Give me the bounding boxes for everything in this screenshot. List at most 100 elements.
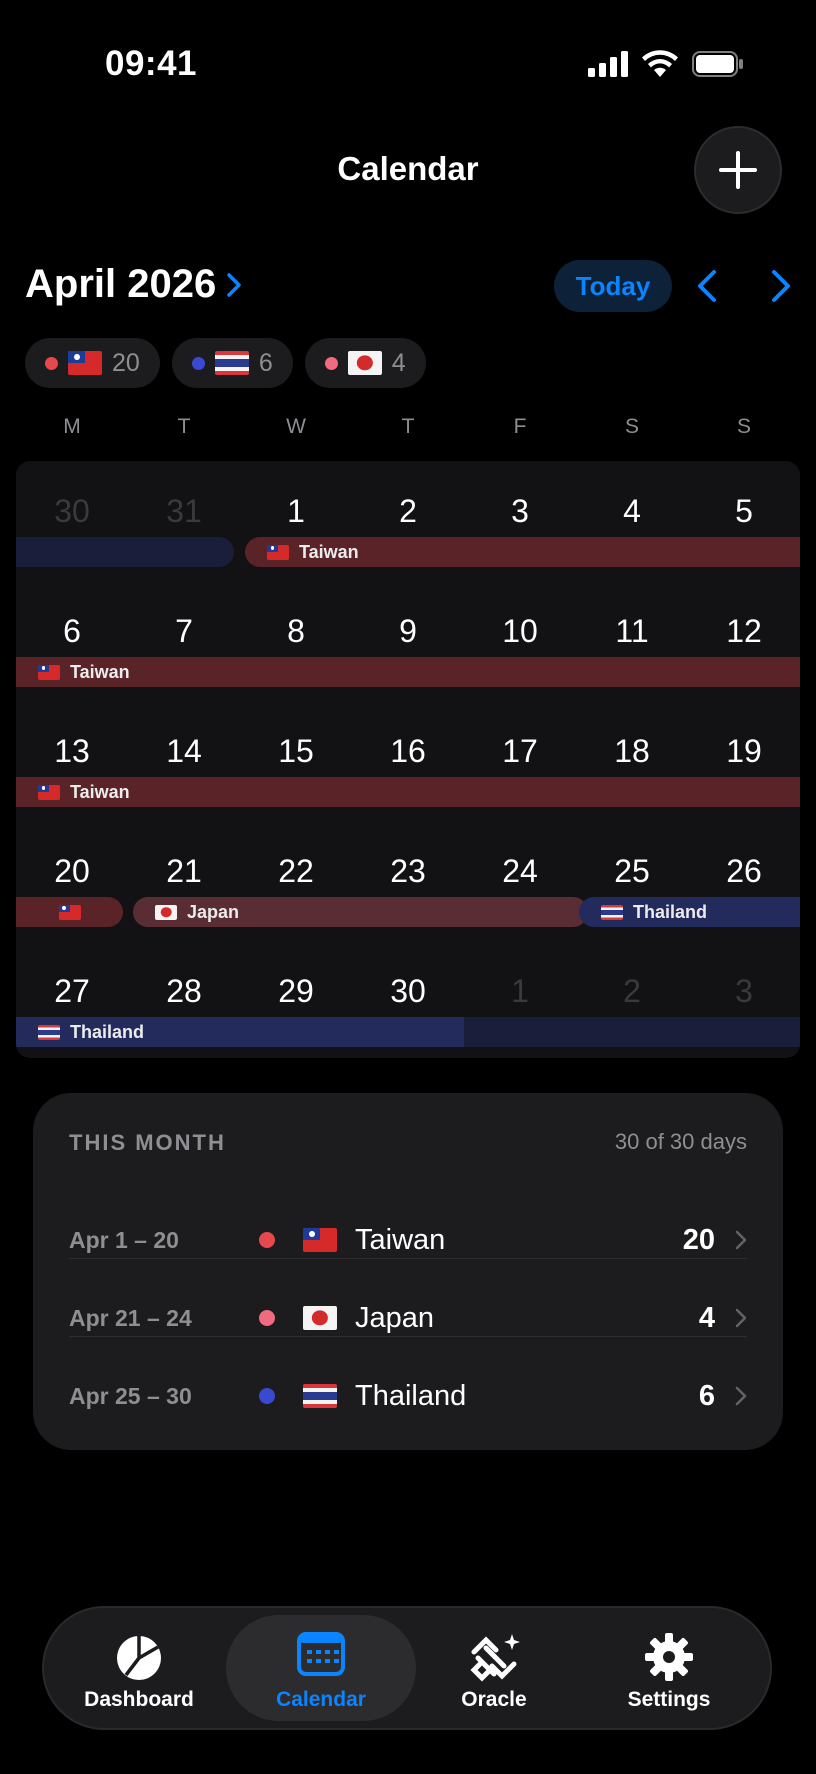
chevron-right-icon bbox=[735, 1386, 747, 1406]
chip-count: 20 bbox=[112, 348, 140, 377]
calendar-day[interactable]: 31 bbox=[128, 493, 240, 530]
trip-bar-taiwan[interactable] bbox=[16, 897, 123, 927]
tab-label: Settings bbox=[627, 1688, 711, 1711]
trip-row-taiwan[interactable]: Apr 1 – 20 Taiwan 20 bbox=[69, 1201, 747, 1279]
trip-dot bbox=[259, 1232, 275, 1248]
chip-japan[interactable]: 4 bbox=[304, 338, 426, 388]
calendar-day[interactable]: 13 bbox=[16, 733, 128, 770]
calendar-day[interactable]: 24 bbox=[464, 853, 576, 890]
chevron-left-icon bbox=[698, 270, 716, 302]
calendar-day[interactable]: 12 bbox=[688, 613, 800, 650]
divider bbox=[69, 1336, 747, 1337]
japan-flag-icon bbox=[347, 351, 382, 375]
calendar-day[interactable]: 20 bbox=[16, 853, 128, 890]
next-trip-bar bbox=[464, 1017, 800, 1047]
chip-dot bbox=[45, 356, 58, 370]
trip-bar-taiwan[interactable]: Taiwan bbox=[16, 657, 800, 687]
chip-count: 6 bbox=[258, 348, 273, 377]
trip-dot bbox=[259, 1310, 275, 1326]
chevron-right-icon bbox=[735, 1308, 747, 1328]
tab-settings[interactable]: Settings bbox=[574, 1608, 764, 1728]
chevron-right-icon bbox=[772, 270, 790, 302]
month-selector[interactable]: April 2026 bbox=[25, 262, 242, 307]
tab-label: Dashboard bbox=[84, 1688, 194, 1711]
today-button[interactable]: Today bbox=[554, 260, 672, 312]
trip-bar-thailand[interactable]: Thailand bbox=[16, 1017, 464, 1047]
chip-dot bbox=[324, 356, 338, 370]
trip-bar-label: Thailand bbox=[70, 1021, 145, 1042]
calendar-day[interactable]: 29 bbox=[240, 973, 352, 1010]
trip-row-japan[interactable]: Apr 21 – 24 Japan 4 bbox=[69, 1279, 747, 1357]
trip-date-range: Apr 25 – 30 bbox=[69, 1382, 192, 1409]
next-month-button[interactable] bbox=[764, 264, 796, 308]
calendar-day[interactable]: 4 bbox=[576, 493, 688, 530]
trip-bar-label: Thailand bbox=[633, 901, 708, 922]
trip-bar-japan[interactable]: Japan bbox=[133, 897, 588, 927]
calendar-day[interactable]: 5 bbox=[688, 493, 800, 530]
japan-flag-icon bbox=[155, 904, 177, 920]
tab-dashboard[interactable]: Dashboard bbox=[44, 1608, 234, 1728]
weekday-label: W bbox=[286, 415, 306, 438]
country-summary-chips: 20 6 4 bbox=[25, 338, 426, 388]
previous-month-button[interactable] bbox=[692, 264, 724, 308]
weekday-label: S bbox=[624, 415, 639, 438]
add-button[interactable] bbox=[694, 126, 782, 214]
trip-country: Taiwan bbox=[355, 1223, 446, 1256]
calendar-day[interactable]: 10 bbox=[464, 613, 576, 650]
calendar-day[interactable]: 7 bbox=[128, 613, 240, 650]
calendar-day[interactable]: 6 bbox=[16, 613, 128, 650]
calendar-day[interactable]: 25 bbox=[576, 853, 688, 890]
card-title: THIS MONTH bbox=[69, 1130, 226, 1155]
trip-days: 6 bbox=[698, 1379, 715, 1412]
chip-thailand[interactable]: 6 bbox=[171, 338, 293, 388]
calendar-day[interactable]: 30 bbox=[16, 493, 128, 530]
trip-days: 20 bbox=[682, 1223, 715, 1256]
calendar-day[interactable]: 21 bbox=[128, 853, 240, 890]
calendar-day[interactable]: 22 bbox=[240, 853, 352, 890]
tab-label: Calendar bbox=[276, 1688, 366, 1711]
calendar-day[interactable]: 11 bbox=[576, 613, 688, 650]
tab-calendar[interactable]: Calendar bbox=[226, 1615, 416, 1721]
calendar-day[interactable]: 2 bbox=[576, 973, 688, 1010]
trip-bar-taiwan[interactable]: Taiwan bbox=[16, 777, 800, 807]
calendar-day[interactable]: 9 bbox=[352, 613, 464, 650]
calendar-day[interactable]: 17 bbox=[464, 733, 576, 770]
trip-bar-label: Taiwan bbox=[299, 541, 359, 562]
trip-country: Thailand bbox=[355, 1379, 467, 1412]
chevron-right-icon bbox=[735, 1230, 747, 1250]
calendar-day[interactable]: 23 bbox=[352, 853, 464, 890]
calendar-day[interactable]: 1 bbox=[240, 493, 352, 530]
calendar-day[interactable]: 1 bbox=[464, 973, 576, 1010]
calendar-day[interactable]: 18 bbox=[576, 733, 688, 770]
calendar-day[interactable]: 26 bbox=[688, 853, 800, 890]
trip-date-range: Apr 21 – 24 bbox=[69, 1304, 192, 1331]
trip-bar-taiwan[interactable]: Taiwan bbox=[245, 537, 800, 567]
calendar-day[interactable]: 2 bbox=[352, 493, 464, 530]
calendar-day[interactable]: 14 bbox=[128, 733, 240, 770]
chip-taiwan[interactable]: 20 bbox=[25, 338, 160, 388]
trip-date-range: Apr 1 – 20 bbox=[69, 1226, 179, 1253]
weekday-label: S bbox=[736, 415, 751, 438]
calendar-day[interactable]: 3 bbox=[464, 493, 576, 530]
calendar-day[interactable]: 16 bbox=[352, 733, 464, 770]
chip-count: 4 bbox=[391, 348, 406, 377]
calendar-day[interactable]: 30 bbox=[352, 973, 464, 1010]
trip-bar-thailand[interactable]: Thailand bbox=[579, 897, 800, 927]
trip-dot bbox=[259, 1388, 275, 1404]
calendar-day[interactable]: 8 bbox=[240, 613, 352, 650]
calendar-day[interactable]: 28 bbox=[128, 973, 240, 1010]
tab-oracle[interactable]: Oracle bbox=[399, 1608, 589, 1728]
status-time: 09:41 bbox=[105, 44, 198, 83]
calendar-day[interactable]: 19 bbox=[688, 733, 800, 770]
month-label: April 2026 bbox=[25, 262, 217, 306]
calendar-grid: 30 31 1 2 3 4 5 Taiwan 6 7 8 9 10 11 12 … bbox=[16, 461, 800, 1058]
calendar-day[interactable]: 15 bbox=[240, 733, 352, 770]
calendar-day[interactable]: 27 bbox=[16, 973, 128, 1010]
thailand-flag-icon bbox=[601, 904, 623, 920]
thailand-flag-icon bbox=[303, 1384, 337, 1408]
calendar-day[interactable]: 3 bbox=[688, 973, 800, 1010]
weekday-label: T bbox=[177, 415, 191, 438]
plus-icon bbox=[719, 151, 757, 189]
trip-row-thailand[interactable]: Apr 25 – 30 Thailand 6 bbox=[69, 1357, 747, 1435]
tab-label: Oracle bbox=[461, 1688, 527, 1711]
